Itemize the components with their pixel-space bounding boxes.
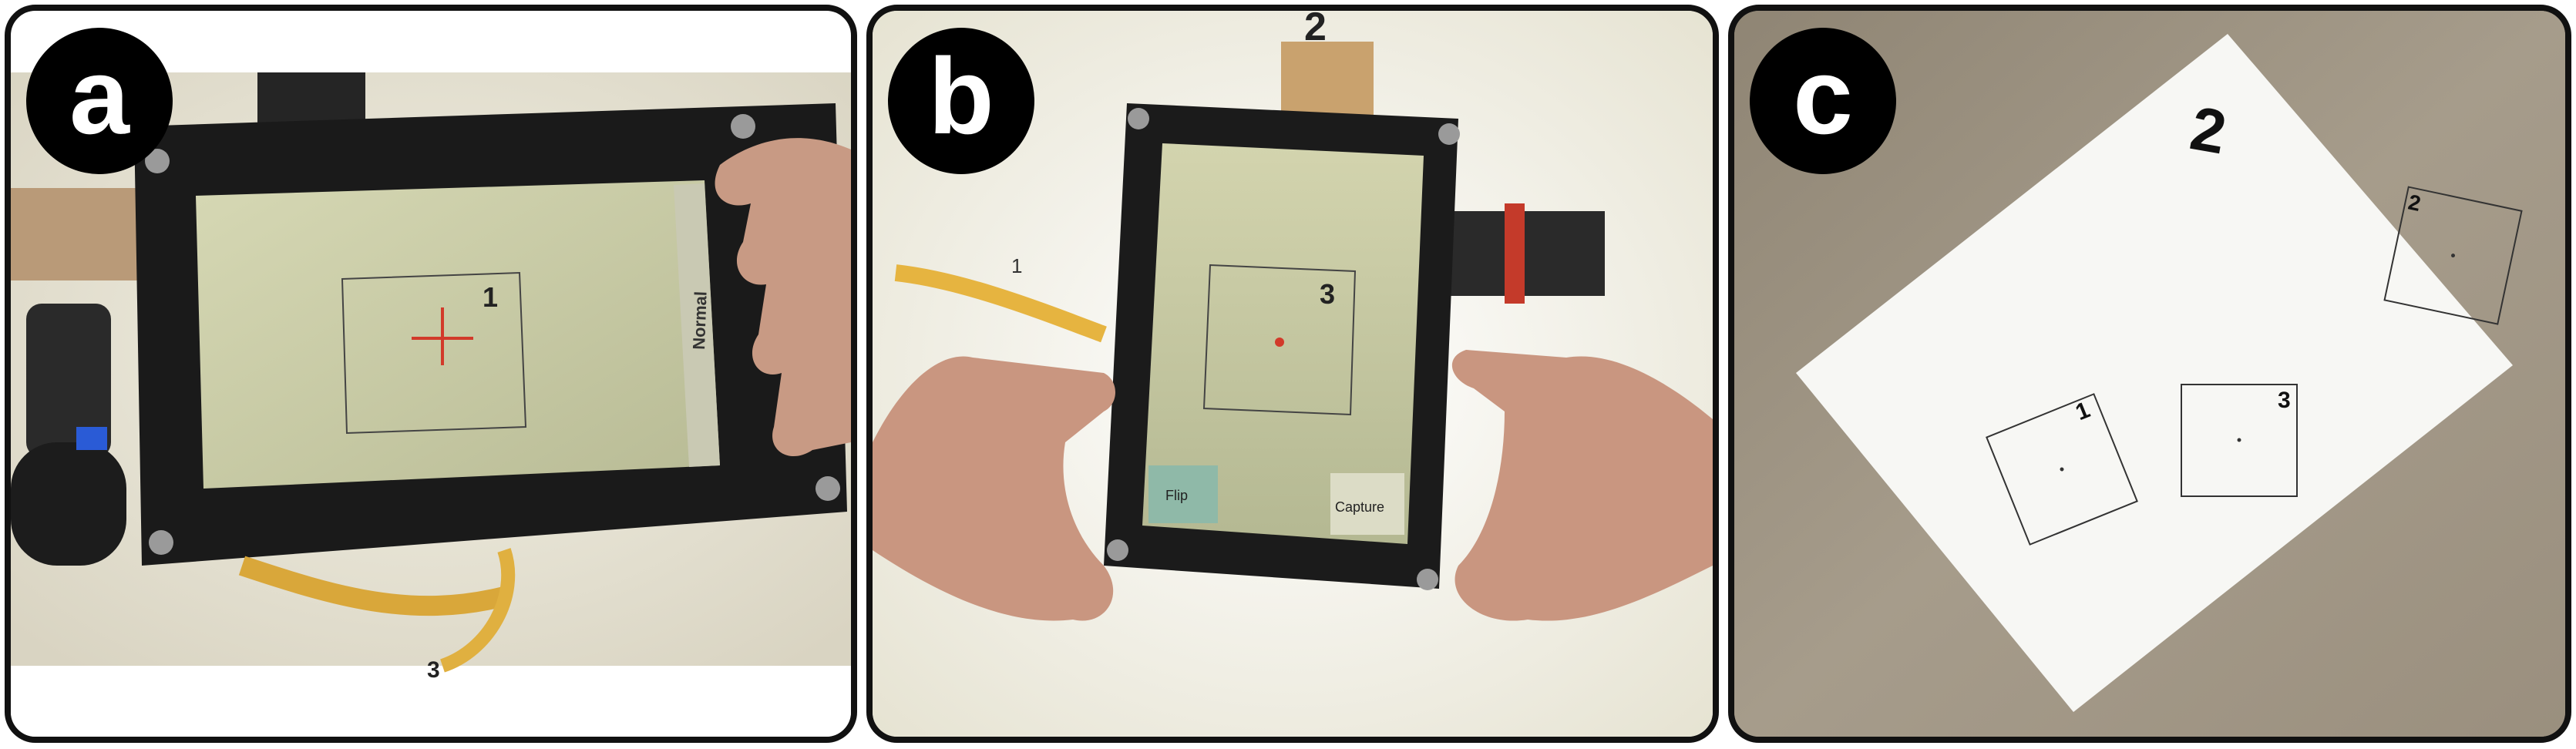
wooden-clip xyxy=(11,188,157,280)
panel-b: b 1 2 3 Flip Capture xyxy=(866,5,1719,743)
square-3-number: 3 xyxy=(2278,388,2291,413)
cable-number: 1 xyxy=(1011,254,1022,277)
panel-c: c 2 1 2 3 xyxy=(1728,5,2571,743)
panel-b-badge: b xyxy=(888,28,1034,174)
side-button-label: Normal xyxy=(689,291,711,351)
camera-cable xyxy=(1451,211,1605,296)
target-number: 1 xyxy=(483,281,498,313)
panel-c-badge: c xyxy=(1750,28,1896,174)
panel-a: a Normal 1 3 xyxy=(5,5,857,743)
target-number: 3 xyxy=(1320,278,1335,310)
target-dot xyxy=(1275,338,1284,347)
capture-button-label: Capture xyxy=(1335,499,1384,515)
camera-lens xyxy=(11,442,126,566)
panel-a-badge: a xyxy=(26,28,173,174)
screw xyxy=(816,476,840,501)
paper-number: 3 xyxy=(427,657,440,683)
flip-button-label: Flip xyxy=(1165,488,1188,503)
screw xyxy=(731,114,755,139)
screw xyxy=(149,530,173,555)
tablet-screen xyxy=(196,180,720,489)
clip-number: 2 xyxy=(1304,11,1327,49)
